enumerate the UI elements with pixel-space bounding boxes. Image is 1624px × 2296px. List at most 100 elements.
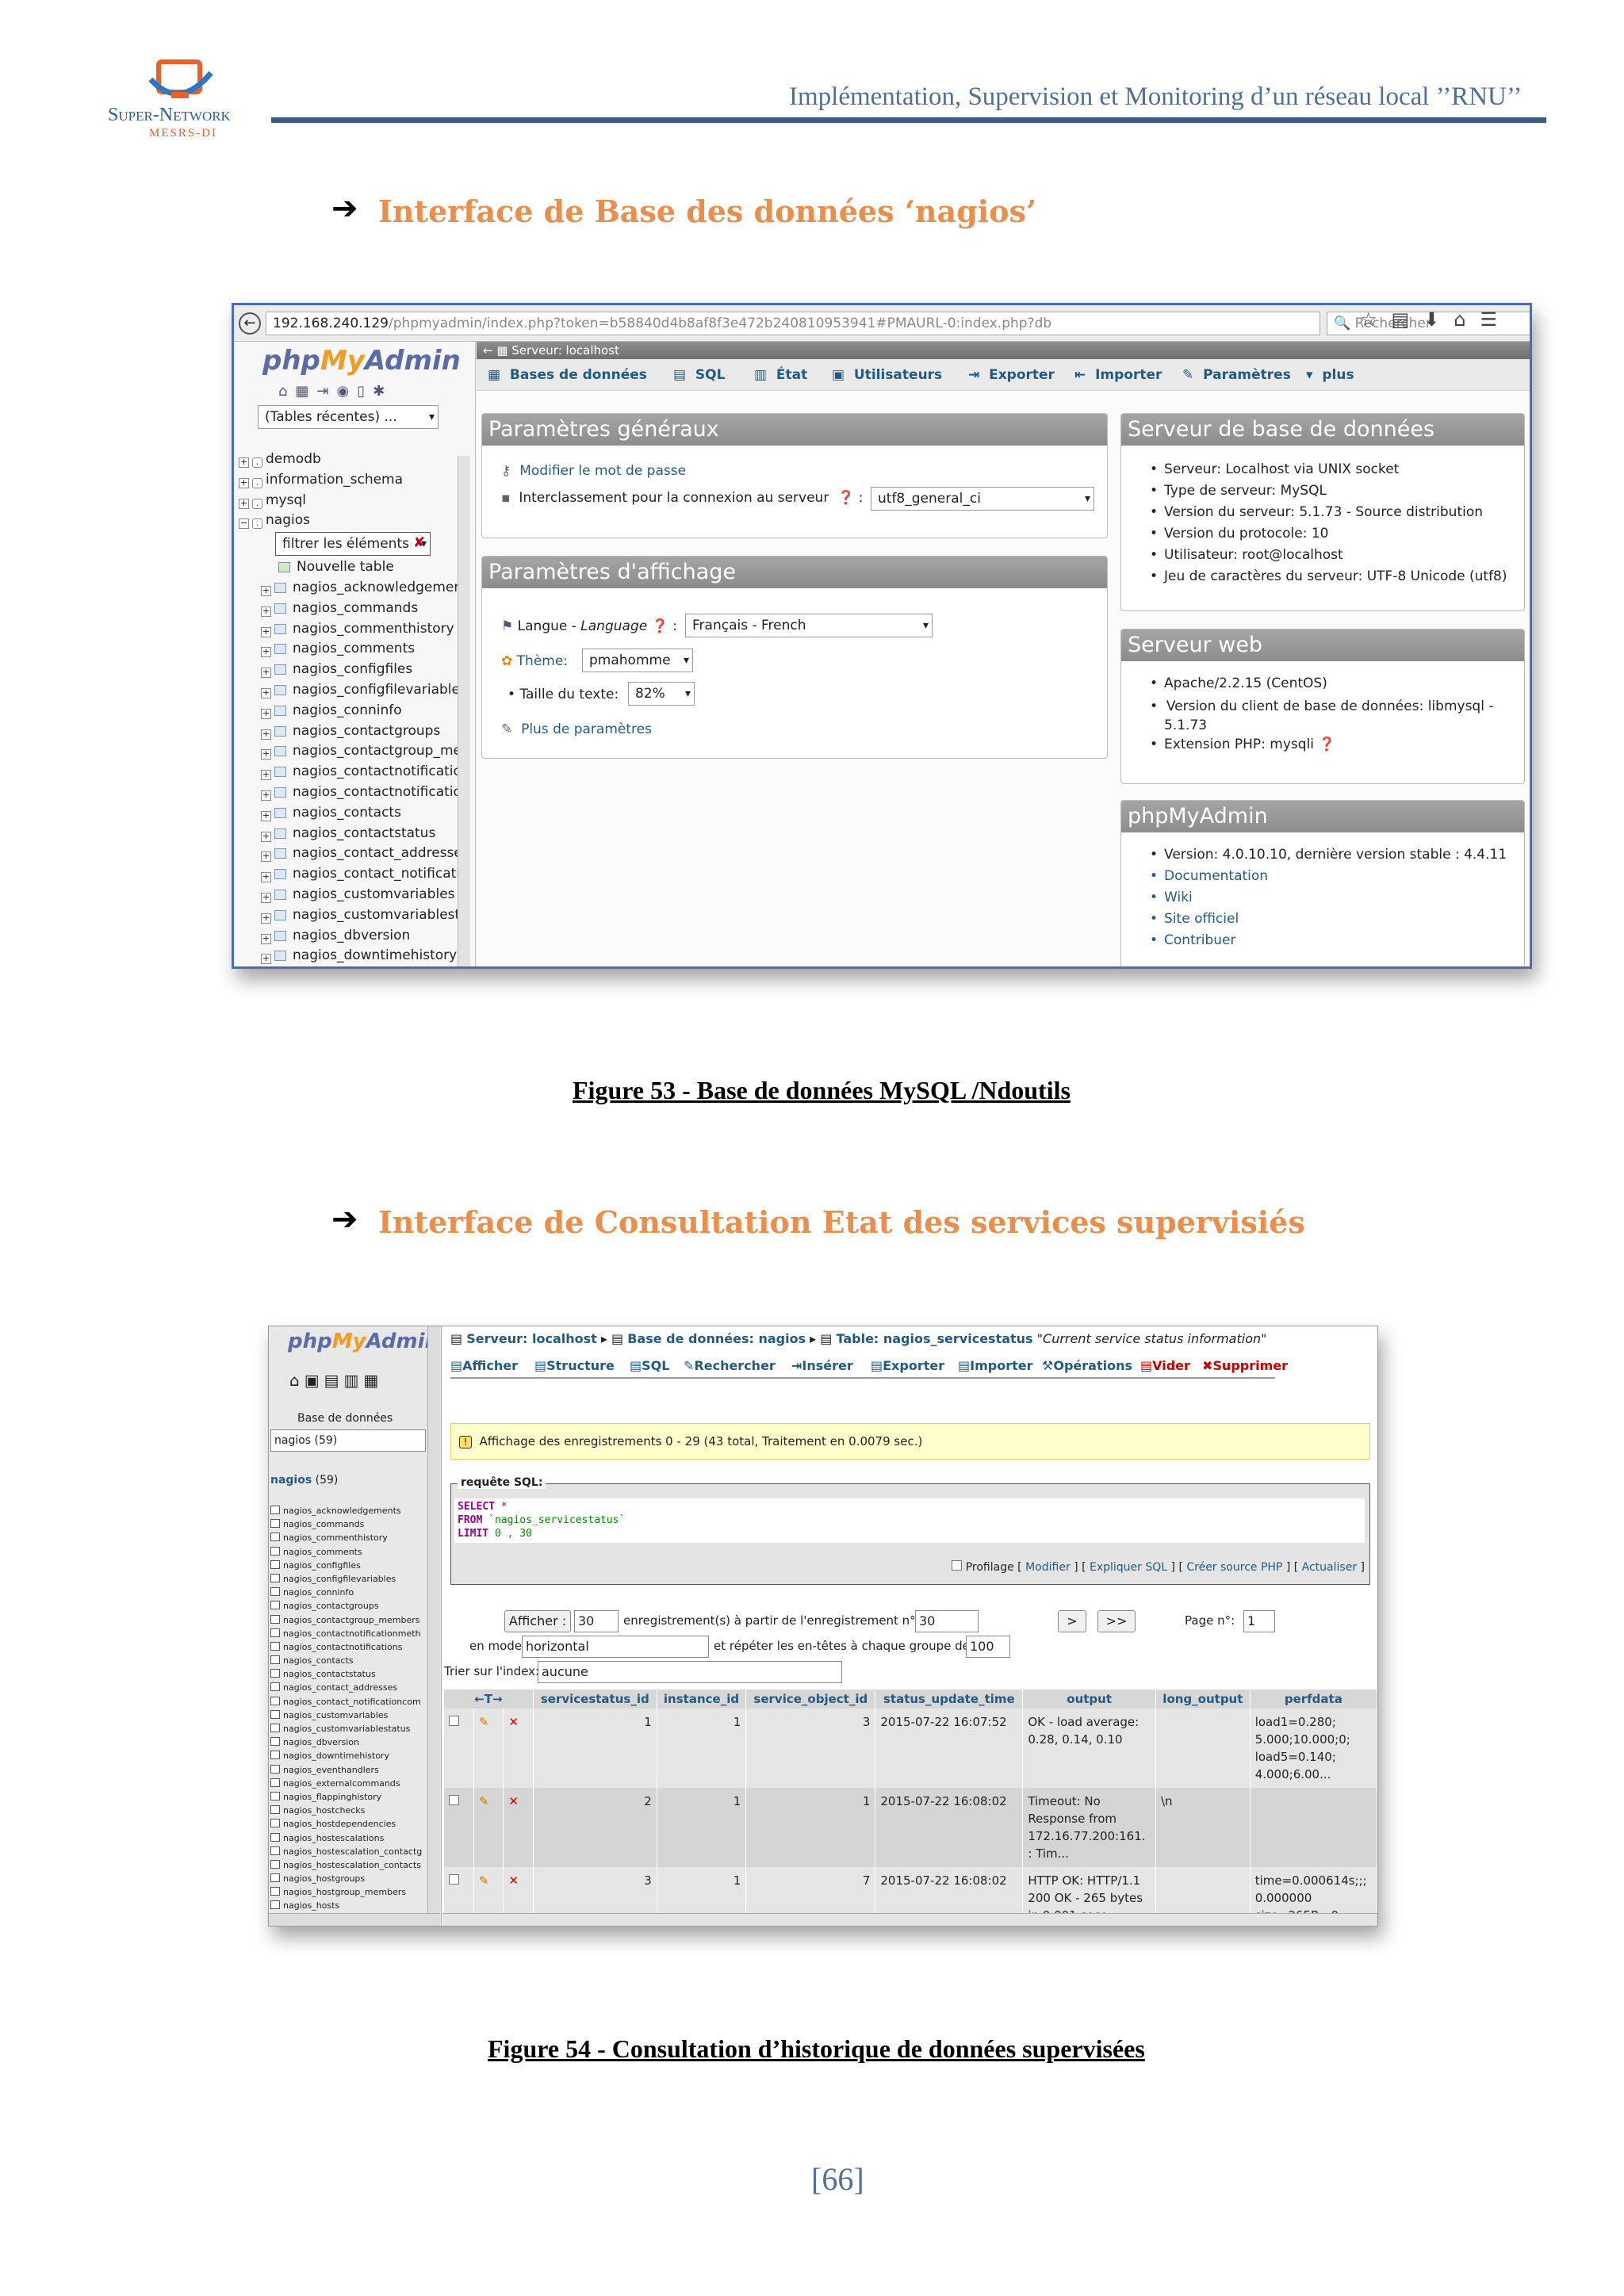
edit-icon[interactable]: ✎	[473, 1709, 504, 1788]
sidebar-table-item[interactable]: + nagios_conninfo	[261, 701, 459, 721]
profiling-checkbox[interactable]	[952, 1560, 963, 1571]
tab-empty[interactable]: ▤Vider	[1140, 1358, 1190, 1373]
tab-settings[interactable]: ✎ Paramètres	[1182, 367, 1291, 383]
tab-sql[interactable]: ▤ SQL	[673, 367, 725, 383]
tab-browse[interactable]: ▤Afficher	[450, 1358, 518, 1373]
tab-export[interactable]: ⇥ Exporter	[968, 367, 1055, 383]
contribute-link[interactable]: Contribuer	[1150, 932, 1507, 954]
filter-input[interactable]: filtrer les éléments	[275, 532, 431, 556]
col-perfdata[interactable]: perfdata	[1250, 1689, 1377, 1709]
sidebar-table-item[interactable]: nagios_hostescalations	[270, 1831, 429, 1845]
sort-arrows[interactable]: ←T→	[444, 1689, 534, 1709]
col-service-object-id[interactable]: service_object_id	[745, 1689, 876, 1709]
clear-filter-icon[interactable]: ✘	[413, 534, 425, 551]
sidebar-table-item[interactable]: + nagios_downtimehistory	[261, 946, 459, 966]
sidebar-table-item[interactable]: nagios_contact_notificationcom	[270, 1695, 429, 1709]
col-servicestatus-id[interactable]: servicestatus_id	[533, 1689, 657, 1709]
edit-sql-link[interactable]: Modifier	[1025, 1561, 1071, 1574]
sidebar-table-item[interactable]: nagios_configfilevariables	[270, 1572, 429, 1586]
tree-db-nagios[interactable]: −. nagios	[239, 511, 469, 531]
sidebar-table-item[interactable]: nagios_externalcommands	[270, 1777, 429, 1790]
edit-icon[interactable]: ✎	[473, 1788, 504, 1867]
row-checkbox[interactable]	[444, 1709, 474, 1788]
sidebar-table-item[interactable]: nagios_configfiles	[270, 1559, 429, 1572]
sidebar-table-item[interactable]: + nagios_dbversion	[261, 926, 459, 947]
col-status-update-time[interactable]: status_update_time	[875, 1689, 1024, 1709]
sidebar-table-item[interactable]: nagios_contactnotificationmeth	[270, 1627, 429, 1640]
sidebar-table-item[interactable]: nagios_hostchecks	[270, 1804, 429, 1817]
sidebar-table-item[interactable]: + nagios_contact_addresses	[261, 844, 459, 864]
row-checkbox[interactable]	[444, 1788, 474, 1867]
sidebar-table-item[interactable]: nagios_hostdependencies	[270, 1817, 429, 1831]
breadcrumb-db[interactable]: Base de données: nagios	[627, 1331, 806, 1346]
sidebar-hscrollbar[interactable]	[269, 1913, 440, 1926]
back-icon[interactable]: ←	[239, 312, 261, 335]
sidebar-table-item[interactable]: + nagios_contacts	[261, 803, 459, 824]
delete-icon[interactable]: ✕	[503, 1709, 534, 1788]
sidebar-table-item[interactable]: nagios_comments	[270, 1545, 429, 1559]
sidebar-table-item[interactable]: nagios_hostgroups	[270, 1872, 429, 1885]
breadcrumb-table[interactable]: Table: nagios_servicestatus	[836, 1331, 1032, 1346]
tab-sql[interactable]: ▤SQL	[630, 1358, 669, 1373]
last-page-button[interactable]: >>	[1097, 1610, 1136, 1632]
new-table-link[interactable]: Nouvelle table	[278, 557, 394, 578]
sidebar-table-item[interactable]: nagios_customvariablestatus	[270, 1722, 429, 1735]
sidebar-table-item[interactable]: +nagios_customvariablestatus	[261, 905, 459, 926]
sidebar-table-item[interactable]: nagios_contactgroups	[270, 1599, 429, 1613]
sidebar-table-item[interactable]: nagios_flappinghistory	[270, 1790, 429, 1804]
sidebar-table-item[interactable]: + nagios_commands	[261, 599, 459, 619]
show-button[interactable]: Afficher :	[504, 1610, 571, 1632]
tab-operations[interactable]: ⚒Opérations	[1042, 1358, 1132, 1373]
sidebar-scrollbar[interactable]	[458, 456, 470, 966]
tab-import[interactable]: ▤Importer	[958, 1358, 1032, 1373]
page-select[interactable]: 1	[1243, 1610, 1275, 1632]
sidebar-table-item[interactable]: + nagios_contactnotifications	[261, 762, 459, 783]
tab-structure[interactable]: ▤Structure	[534, 1358, 615, 1373]
sidebar-table-item[interactable]: nagios_contacts	[270, 1654, 429, 1667]
tab-more[interactable]: ▾ plus	[1306, 367, 1354, 383]
documentation-link[interactable]: Documentation	[1150, 868, 1507, 890]
sidebar-table-item[interactable]: nagios_hostescalation_contacts	[270, 1858, 429, 1872]
next-page-button[interactable]: >	[1058, 1610, 1086, 1632]
col-long-output[interactable]: long_output	[1155, 1689, 1251, 1709]
sort-select[interactable]: aucune	[538, 1661, 842, 1683]
url-bar[interactable]: 192.168.240.129/phpmyadmin/index.php?tok…	[266, 312, 1320, 335]
browser-actions[interactable]: ☆▤⬇⌂☰	[1360, 308, 1511, 331]
create-php-link[interactable]: Créer source PHP	[1186, 1561, 1282, 1574]
tab-import[interactable]: ⇤ Importer	[1074, 367, 1162, 383]
tab-databases[interactable]: ▦ Bases de données	[488, 367, 647, 383]
rows-input[interactable]: 30	[574, 1610, 619, 1632]
sidebar-table-item[interactable]: nagios_commands	[270, 1517, 429, 1531]
tree-db-mysql[interactable]: +. mysql	[239, 491, 469, 511]
tree-db-information-schema[interactable]: +. information_schema	[239, 470, 469, 491]
sidebar-table-item[interactable]: + nagios_configfilevariables	[261, 680, 459, 701]
sidebar-table-item[interactable]: + nagios_acknowledgements	[261, 578, 459, 599]
start-input[interactable]: 30	[915, 1610, 979, 1632]
tab-drop[interactable]: ✖Supprimer	[1202, 1358, 1288, 1373]
db-select[interactable]: nagios (59)	[270, 1429, 426, 1452]
sidebar-table-item[interactable]: nagios_commenthistory	[270, 1531, 429, 1544]
sidebar-table-item[interactable]: +nagios_contact_notificationcommands	[261, 864, 459, 885]
sidebar-table-item[interactable]: + nagios_commenthistory	[261, 619, 459, 640]
sidebar-table-item[interactable]: + nagios_customvariables	[261, 885, 459, 905]
tab-search[interactable]: ✎Rechercher	[684, 1358, 776, 1373]
col-instance-id[interactable]: instance_id	[657, 1689, 747, 1709]
sidebar-toolbar-icons[interactable]: ⌂▣▤▥▦	[289, 1371, 383, 1390]
collation-select[interactable]: utf8_general_ci	[871, 487, 1094, 511]
refresh-link[interactable]: Actualiser	[1302, 1561, 1357, 1574]
sidebar-table-item[interactable]: nagios_downtimehistory	[270, 1749, 429, 1762]
mode-select[interactable]: horizontal	[522, 1636, 709, 1658]
sidebar-table-item[interactable]: nagios_contactgroup_members	[270, 1613, 429, 1627]
sidebar-table-item[interactable]: nagios_contactnotifications	[270, 1640, 429, 1654]
change-password-row[interactable]: ⚷ Modifier le mot de passe	[501, 463, 686, 479]
sidebar-table-item[interactable]: + nagios_comments	[261, 639, 459, 660]
tab-insert[interactable]: ⇥Insérer	[791, 1358, 853, 1373]
fontsize-select[interactable]: 82%	[628, 682, 695, 706]
sidebar-table-item[interactable]: + nagios_contactgroups	[261, 721, 459, 742]
explain-sql-link[interactable]: Expliquer SQL	[1090, 1561, 1167, 1574]
col-output[interactable]: output	[1022, 1689, 1156, 1709]
sidebar-table-item[interactable]: +nagios_contactnotificationmethods	[261, 783, 459, 803]
sidebar-scrollbar[interactable]	[427, 1326, 440, 1913]
sidebar-table-item[interactable]: nagios_contact_addresses	[270, 1681, 429, 1694]
tab-status[interactable]: ▥ État	[754, 367, 807, 383]
